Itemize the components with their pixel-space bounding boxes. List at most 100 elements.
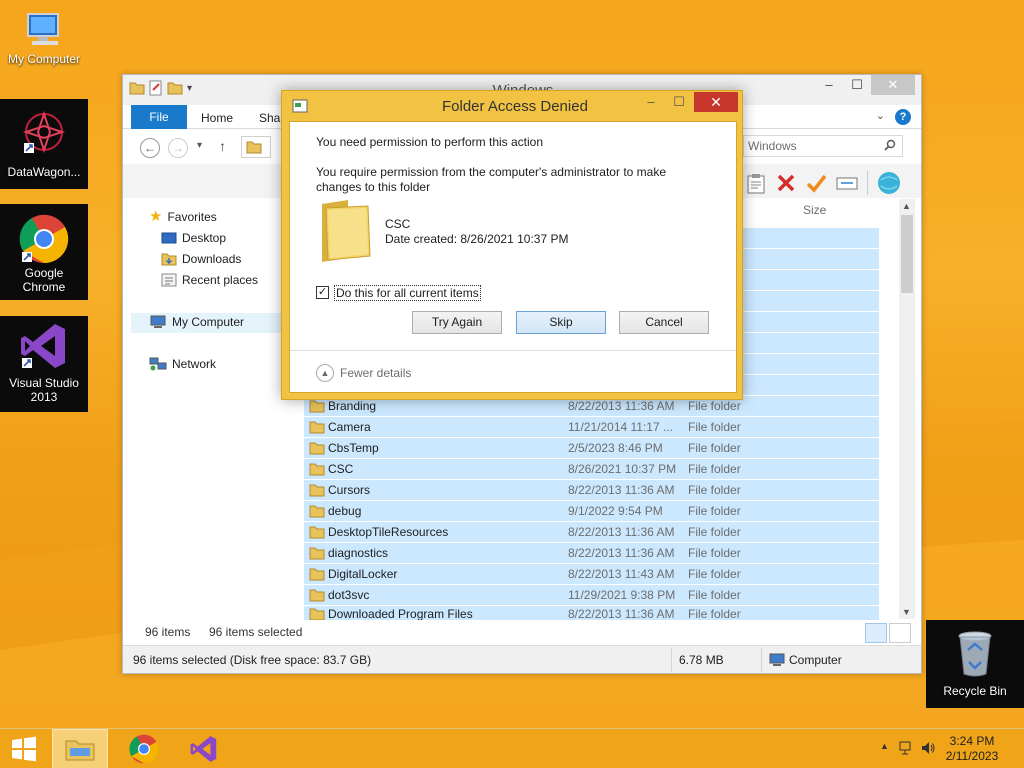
folder-icon (309, 484, 325, 497)
file-type: File folder (688, 607, 741, 621)
up-arrow-icon[interactable]: ↑ (219, 138, 226, 154)
desktop-icon-label: My Computer (7, 52, 81, 66)
file-date: 8/22/2013 11:43 AM (568, 567, 675, 581)
rename-icon[interactable] (835, 172, 859, 194)
desktop-icon-my-computer[interactable]: My Computer (0, 8, 88, 66)
help-icon[interactable]: ? (895, 109, 911, 125)
desktop-icon-label: Visual Studio 2013 (9, 376, 79, 404)
computer-icon (27, 13, 59, 45)
scrollbar-thumb[interactable] (901, 215, 913, 293)
table-row[interactable]: diagnostics 8/22/2013 11:36 AM File fold… (304, 543, 879, 564)
nav-item-my-computer[interactable]: My Computer (149, 312, 244, 332)
folder-icon (309, 526, 325, 539)
address-bar[interactable] (241, 136, 271, 158)
checkmark-icon[interactable] (805, 172, 827, 194)
back-button[interactable]: ← (140, 138, 160, 158)
nav-item-downloads[interactable]: Downloads (161, 249, 241, 269)
apply-to-all-label[interactable]: Do this for all current items (334, 285, 481, 301)
clock-time: 3:24 PM (949, 734, 995, 748)
minimize-button[interactable]: ‒ (815, 75, 843, 95)
table-row[interactable]: Downloaded Program Files 8/22/2013 11:36… (304, 606, 879, 621)
large-icons-view-button[interactable] (889, 623, 911, 643)
file-name: CbsTemp (328, 441, 379, 455)
nav-label: Desktop (182, 231, 227, 245)
folder-icon (309, 400, 325, 413)
table-row[interactable]: debug 9/1/2022 9:54 PM File folder (304, 501, 879, 522)
divider (671, 648, 672, 672)
taskbar-chrome[interactable] (116, 729, 172, 768)
taskbar-visual-studio[interactable] (176, 729, 232, 768)
downloads-folder-icon (161, 253, 177, 266)
show-hidden-icons-icon[interactable]: ▲ (880, 741, 889, 751)
chevron-down-icon[interactable]: ⌄ (876, 109, 885, 122)
search-placeholder: Windows (748, 139, 797, 153)
taskbar-file-explorer[interactable] (52, 729, 108, 768)
system-clock[interactable]: 3:24 PM 2/11/2023 (942, 734, 1002, 764)
chevron-up-icon: ▲ (316, 364, 334, 382)
table-row[interactable]: dot3svc 11/29/2021 9:38 PM File folder (304, 585, 879, 606)
scroll-down-icon[interactable]: ▼ (902, 607, 911, 617)
fewer-details-toggle[interactable]: ▲ Fewer details (316, 364, 411, 382)
nav-item-recent-places[interactable]: Recent places (161, 270, 258, 290)
tab-file[interactable]: File (131, 105, 187, 129)
skip-button[interactable]: Skip (516, 311, 606, 334)
close-button[interactable]: ✕ (871, 75, 915, 95)
table-row[interactable]: DesktopTileResources 8/22/2013 11:36 AM … (304, 522, 879, 543)
desktop-icon-datawagon[interactable]: DataWagon... (0, 99, 88, 189)
dialog-close-button[interactable]: ✕ (694, 92, 738, 112)
table-row[interactable]: Camera 11/21/2014 11:17 ... File folder (304, 417, 879, 438)
file-type: File folder (688, 504, 741, 518)
desktop-icon-label: DataWagon... (7, 165, 81, 179)
view-switcher (865, 623, 911, 643)
file-date: 11/21/2014 11:17 ... (568, 420, 673, 434)
desktop-icon-label: Recycle Bin (943, 684, 1007, 698)
nav-item-network[interactable]: Network (149, 354, 216, 374)
properties-globe-icon[interactable] (876, 170, 902, 196)
desktop-icon-chrome[interactable]: Google Chrome (0, 204, 88, 300)
volume-icon[interactable] (920, 740, 936, 756)
nav-item-desktop[interactable]: Desktop (161, 228, 226, 248)
system-tray: ▲ 3:24 PM 2/11/2023 (864, 729, 1024, 768)
network-tray-icon[interactable] (898, 740, 914, 756)
vertical-scrollbar[interactable]: ▲ ▼ (899, 199, 915, 619)
desktop-icon (161, 232, 177, 244)
location-label: Computer (789, 653, 842, 667)
dialog-message: You require permission from the computer… (316, 165, 666, 194)
folder-icon (309, 547, 325, 560)
table-row[interactable]: CSC 8/26/2021 10:37 PM File folder (304, 459, 879, 480)
apply-to-all-checkbox[interactable]: ✓ (316, 286, 329, 299)
dialog-maximize-button[interactable]: ☐ (666, 94, 692, 112)
desktop-icon-recycle-bin[interactable]: Recycle Bin (926, 620, 1024, 708)
nav-item-favorites[interactable]: ★ Favorites (149, 207, 217, 227)
recent-locations-icon[interactable]: ▾ (197, 140, 202, 151)
properties-icon[interactable] (149, 80, 163, 96)
dialog-minimize-button[interactable]: ‒ (638, 94, 664, 112)
search-input[interactable]: Windows (743, 135, 903, 157)
tab-home[interactable]: Home (201, 105, 233, 129)
copy-progress-icon (292, 99, 308, 113)
delete-icon[interactable] (775, 172, 797, 194)
status-bar: 96 items 96 items selected (123, 623, 921, 641)
clipboard-icon[interactable] (745, 172, 767, 194)
scroll-up-icon[interactable]: ▲ (902, 201, 911, 211)
table-row[interactable]: DigitalLocker 8/22/2013 11:43 AM File fo… (304, 564, 879, 585)
details-view-button[interactable] (865, 623, 887, 643)
customize-qat-icon[interactable]: ▾ (187, 83, 192, 94)
forward-button[interactable]: → (168, 138, 188, 158)
cancel-button[interactable]: Cancel (619, 311, 709, 334)
maximize-button[interactable]: ☐ (843, 75, 871, 95)
try-again-button[interactable]: Try Again (412, 311, 502, 334)
file-type: File folder (688, 420, 741, 434)
table-row[interactable]: CbsTemp 2/5/2023 8:46 PM File folder (304, 438, 879, 459)
folder-icon (309, 505, 325, 518)
window-controls: ‒ ☐ ✕ (815, 75, 915, 95)
ribbon-tools (745, 170, 902, 196)
file-name: Cursors (328, 483, 371, 497)
table-row[interactable]: Cursors 8/22/2013 11:36 AM File folder (304, 480, 879, 501)
column-header-size[interactable]: Size (803, 203, 826, 217)
folder-icon (309, 608, 325, 620)
quick-access-toolbar: ▾ (129, 80, 192, 96)
start-button[interactable] (0, 729, 48, 768)
new-folder-icon[interactable] (167, 81, 183, 95)
desktop-icon-visual-studio[interactable]: Visual Studio 2013 (0, 316, 88, 412)
